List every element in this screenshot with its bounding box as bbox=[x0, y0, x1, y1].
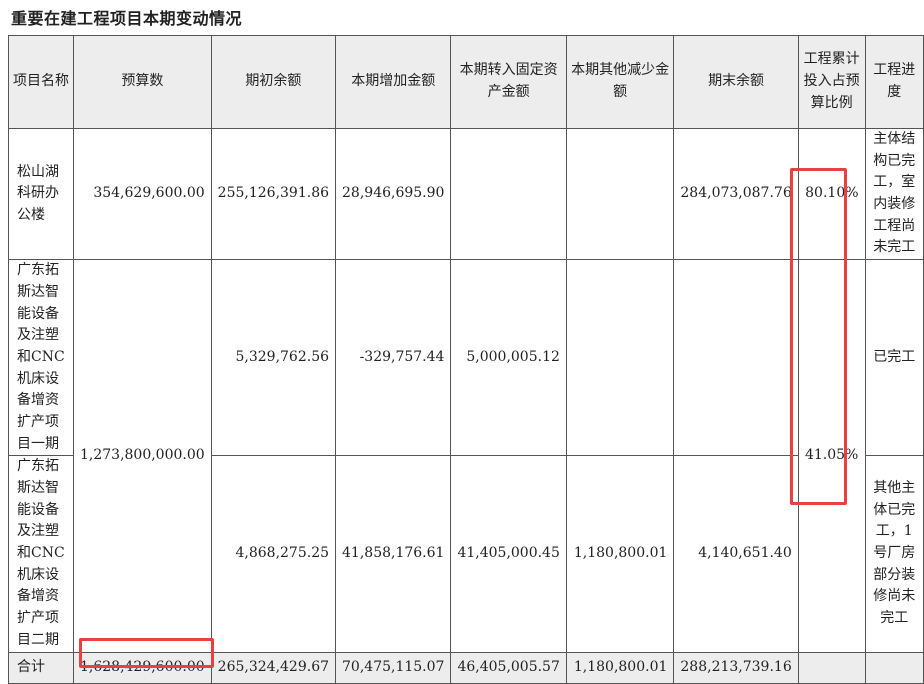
row-other-decrease: 1,180,800.01 bbox=[565, 455, 675, 653]
row-project-name: 广东拓斯达智能设备及注塑和CNC机床设备增资扩产项目一期 bbox=[8, 259, 74, 457]
row-budget: 1,273,800,000.00 bbox=[72, 259, 212, 653]
header-row: 项目名称 预算数 期初余额 本期增加金额 本期转入固定资产金额 本期其他减少金额… bbox=[8, 35, 924, 129]
page-title: 重要在建工程项目本期变动情况 bbox=[11, 9, 243, 28]
header-opening-balance: 期初余额 bbox=[210, 35, 337, 129]
row-closing-balance bbox=[673, 259, 799, 457]
total-label: 合计 bbox=[8, 651, 74, 684]
header-transfer-fixed-assets: 本期转入固定资产金额 bbox=[450, 35, 567, 129]
row-progress: 其他主体已完工，1号厂房部分装修尚未完工 bbox=[864, 455, 924, 653]
row-increase: -329,757.44 bbox=[335, 259, 452, 457]
row-opening-balance: 4,868,275.25 bbox=[210, 455, 337, 653]
row-opening-balance: 255,126,391.86 bbox=[210, 127, 337, 261]
row-project-name: 广东拓斯达智能设备及注塑和CNC机床设备增资扩产项目二期 bbox=[8, 455, 74, 653]
row-progress: 主体结构已完工，室内装修工程尚未完工 bbox=[864, 127, 924, 261]
row-transfer bbox=[450, 127, 567, 261]
header-progress: 工程进度 bbox=[864, 35, 924, 129]
row-other-decrease bbox=[565, 259, 675, 457]
row-closing-balance: 4,140,651.40 bbox=[673, 455, 799, 653]
header-budget: 预算数 bbox=[72, 35, 212, 129]
row-transfer: 41,405,000.45 bbox=[450, 455, 567, 653]
header-closing-balance: 期末余额 bbox=[673, 35, 799, 129]
table-row: 广东拓斯达智能设备及注塑和CNC机床设备增资扩产项目一期 1,273,800,0… bbox=[8, 259, 924, 653]
row-project-name: 松山湖科研办公楼 bbox=[8, 127, 74, 261]
row-closing-balance: 284,073,087.76 bbox=[673, 127, 799, 261]
row-ratio: 41.05% bbox=[797, 259, 866, 653]
header-other-decrease: 本期其他减少金额 bbox=[565, 35, 675, 129]
row-increase: 41,858,176.61 bbox=[335, 455, 452, 653]
row-progress: 已完工 bbox=[864, 259, 924, 457]
row-opening-balance: 5,329,762.56 bbox=[210, 259, 337, 457]
header-investment-ratio: 工程累计投入占预算比例 bbox=[797, 35, 866, 129]
total-ratio bbox=[797, 651, 866, 684]
row-ratio: 80.10% bbox=[797, 127, 866, 261]
table-row: 松山湖科研办公楼 354,629,600.00 255,126,391.86 2… bbox=[8, 127, 924, 261]
row-budget: 354,629,600.00 bbox=[72, 127, 212, 261]
total-other-decrease: 1,180,800.01 bbox=[565, 651, 675, 684]
row-increase: 28,946,695.90 bbox=[335, 127, 452, 261]
total-closing-balance: 288,213,739.16 bbox=[673, 651, 799, 684]
total-budget: 1,628,429,600.00 bbox=[72, 651, 212, 684]
total-opening-balance: 265,324,429.67 bbox=[210, 651, 337, 684]
header-increase: 本期增加金额 bbox=[335, 35, 452, 129]
construction-table: 项目名称 预算数 期初余额 本期增加金额 本期转入固定资产金额 本期其他减少金额… bbox=[8, 35, 924, 684]
total-transfer: 46,405,005.57 bbox=[450, 651, 567, 684]
header-project-name: 项目名称 bbox=[8, 35, 74, 129]
row-other-decrease bbox=[565, 127, 675, 261]
total-row: 合计 1,628,429,600.00 265,324,429.67 70,47… bbox=[8, 651, 924, 684]
row-transfer: 5,000,005.12 bbox=[450, 259, 567, 457]
total-progress bbox=[864, 651, 924, 684]
total-increase: 70,475,115.07 bbox=[335, 651, 452, 684]
